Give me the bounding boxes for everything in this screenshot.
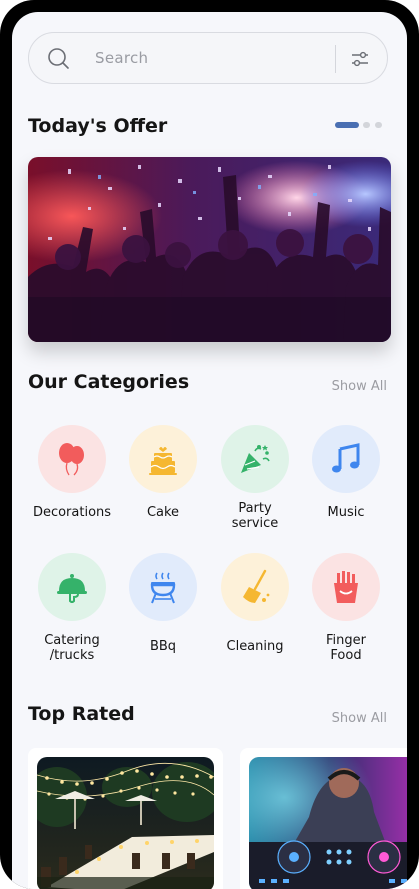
category-bbq[interactable]: BBq <box>118 553 208 654</box>
category-cake[interactable]: Cake <box>118 425 208 520</box>
music-note-icon <box>332 443 360 473</box>
category-party-service[interactable]: Party service <box>210 425 300 531</box>
top-rated-card[interactable] <box>240 748 407 889</box>
balloons-icon <box>59 443 84 476</box>
category-music[interactable]: Music <box>301 425 391 520</box>
category-label: Party service <box>231 501 279 531</box>
categories-section-title: Our Categories <box>28 371 190 393</box>
carousel-dot[interactable] <box>375 122 382 128</box>
card-image <box>37 757 214 889</box>
category-catering-trucks[interactable]: Catering /trucks <box>27 553 117 663</box>
category-icon-circle <box>129 553 197 621</box>
category-icon-circle <box>221 425 289 493</box>
party-popper-icon <box>241 445 270 473</box>
top-rated-show-all-link[interactable]: Show All <box>332 711 387 726</box>
fries-icon <box>334 571 358 603</box>
top-rated-card[interactable] <box>28 748 223 889</box>
card-image <box>249 757 407 889</box>
category-label: Cleaning <box>226 639 284 654</box>
category-label: BBq <box>149 639 177 654</box>
grill-icon <box>150 572 176 604</box>
cloche-icon <box>57 574 87 603</box>
offer-section-title: Today's Offer <box>28 115 168 137</box>
category-icon-circle <box>38 553 106 621</box>
search-bar[interactable]: Search <box>28 32 388 84</box>
category-label: Music <box>327 505 365 520</box>
dj-turntables-image <box>249 757 407 889</box>
outdoor-dinner-image <box>37 757 214 889</box>
carousel-dot[interactable] <box>363 122 370 128</box>
category-icon-circle <box>38 425 106 493</box>
category-label: Cake <box>146 505 180 520</box>
cake-icon <box>149 447 177 475</box>
category-decorations[interactable]: Decorations <box>27 425 117 520</box>
category-label: Decorations <box>32 505 112 520</box>
category-label: Catering /trucks <box>44 633 100 663</box>
filter-sliders-icon[interactable] <box>351 51 369 67</box>
category-label: Finger Food <box>326 633 366 663</box>
category-cleaning[interactable]: Cleaning <box>210 553 300 654</box>
category-finger-food[interactable]: Finger Food <box>301 553 391 663</box>
offer-banner[interactable] <box>28 157 391 342</box>
category-icon-circle <box>312 425 380 493</box>
search-icon <box>48 48 69 69</box>
category-icon-circle <box>312 553 380 621</box>
category-icon-circle <box>129 425 197 493</box>
phone-frame: Search Today's Offer Our Categories Show… <box>0 0 419 889</box>
app-screen: Search Today's Offer Our Categories Show… <box>12 12 407 889</box>
search-input[interactable]: Search <box>95 49 148 67</box>
broom-icon <box>243 569 270 603</box>
category-icon-circle <box>221 553 289 621</box>
search-divider <box>335 45 336 73</box>
party-crowd-image <box>28 157 391 342</box>
top-rated-section-title: Top Rated <box>28 703 135 725</box>
carousel-dot-active[interactable] <box>335 122 359 128</box>
categories-show-all-link[interactable]: Show All <box>332 379 387 394</box>
